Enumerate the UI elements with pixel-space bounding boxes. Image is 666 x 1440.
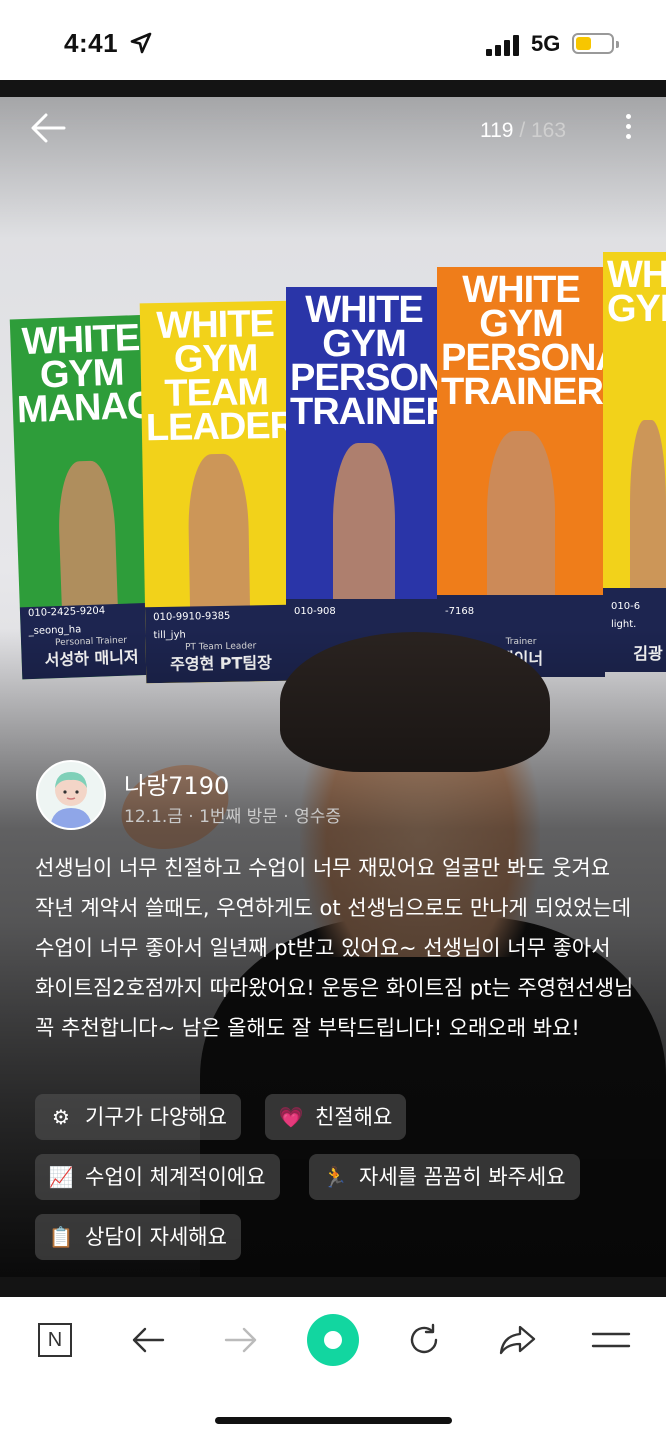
back-button[interactable] [28, 110, 68, 146]
tag-label: 수업이 체계적이에요 [85, 1165, 266, 1189]
photo-counter-separator: / [513, 119, 531, 142]
photo-counter-total: 163 [531, 119, 567, 142]
back-arrow-button[interactable] [125, 1317, 171, 1363]
running-person-icon: 🏃 [322, 1165, 348, 1189]
more-vertical-icon [616, 114, 640, 139]
tag-label: 기구가 다양해요 [85, 1105, 227, 1129]
photo-viewer[interactable]: WHITE GYM MANAGER010-2425-9204_seong_haP… [0, 80, 666, 1297]
home-button[interactable]: N [32, 1317, 78, 1363]
chart-up-icon: 📈 [48, 1165, 74, 1189]
share-icon [499, 1325, 536, 1355]
user-avatar-icon [50, 772, 92, 828]
photo-counter-current: 119 [480, 119, 514, 142]
more-options-button[interactable] [616, 110, 640, 148]
tag-systematic: 📈 수업이 체계적이에요 [35, 1154, 280, 1200]
tag-label: 상담이 자세해요 [85, 1225, 227, 1249]
status-bar: 4:41 5G [0, 0, 666, 80]
arrow-left-icon [31, 113, 66, 143]
n-logo-icon: N [38, 1323, 72, 1357]
tag-posture: 🏃 자세를 꼼꼼히 봐주세요 [309, 1154, 580, 1200]
heart-icon: 💗 [278, 1105, 304, 1129]
menu-icon [591, 1332, 631, 1348]
gear-icon: ⚙ [52, 1105, 70, 1129]
tag-kind: 💗 친절해요 [265, 1094, 407, 1140]
refresh-icon [410, 1323, 438, 1354]
tag-consultation: 📋 상담이 자세해요 [35, 1214, 241, 1260]
share-button[interactable] [494, 1317, 540, 1363]
reviewer-name[interactable]: 나랑7190 [124, 766, 229, 801]
forward-arrow-icon [224, 1327, 257, 1353]
green-dot-icon [324, 1331, 342, 1349]
green-dot-button[interactable] [307, 1314, 359, 1366]
menu-button[interactable] [588, 1317, 634, 1363]
clipboard-icon: 📋 [48, 1225, 74, 1249]
browser-toolbar: N [0, 1297, 666, 1440]
tag-label: 친절해요 [315, 1105, 393, 1129]
forward-arrow-button[interactable] [218, 1317, 264, 1363]
refresh-button[interactable] [401, 1317, 447, 1363]
review-meta: 12.1.금 · 1번째 방문 · 영수증 [124, 807, 342, 827]
tag-equipment: ⚙ 기구가 다양해요 [35, 1094, 241, 1140]
avatar[interactable] [36, 760, 106, 830]
status-time: 4:41 [64, 28, 119, 58]
network-type: 5G [531, 31, 561, 56]
cellular-signal-icon [486, 34, 522, 56]
tag-label: 자세를 꼼꼼히 봐주세요 [359, 1165, 566, 1189]
battery-fill [576, 37, 592, 50]
review-text: 선생님이 너무 친절하고 수업이 너무 재밌어요 얼굴만 봐도 웃겨요 작년 계… [35, 856, 634, 1040]
battery-icon [572, 33, 619, 54]
photo-counter: 119 / 163 [480, 119, 566, 143]
home-indicator[interactable] [215, 1417, 452, 1424]
back-arrow-icon [132, 1327, 165, 1353]
location-arrow-icon [130, 32, 152, 54]
